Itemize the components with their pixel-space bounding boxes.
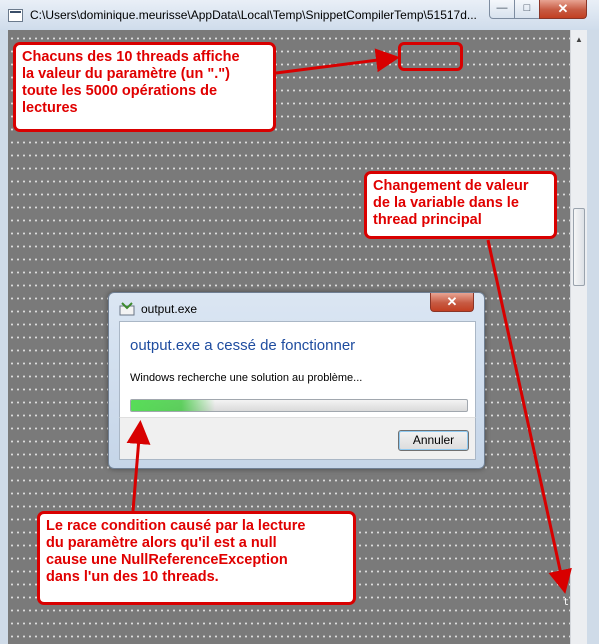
annotation-line: lectures xyxy=(22,100,78,116)
console-cursor: t xyxy=(563,597,570,608)
window-title: C:\Users\dominique.meurisse\AppData\Loca… xyxy=(30,8,477,22)
window-border-left xyxy=(0,30,8,644)
program-icon xyxy=(119,302,135,316)
dialog-footer: Annuler xyxy=(119,417,476,460)
dialog-body: output.exe a cessé de fonctionner Window… xyxy=(119,321,476,417)
error-dialog: output.exe ✕ output.exe a cessé de fonct… xyxy=(108,292,485,469)
cancel-button[interactable]: Annuler xyxy=(398,430,469,451)
annotation-line: Changement de valeur xyxy=(373,178,529,194)
annotation-line: dans l'un des 10 threads. xyxy=(46,569,219,585)
dialog-heading: output.exe a cessé de fonctionner xyxy=(130,337,356,354)
scroll-thumb[interactable] xyxy=(573,208,585,286)
annotation-variable-change: Changement de valeur de la variable dans… xyxy=(364,171,557,239)
annotation-line: la valeur du paramètre (un ".") xyxy=(22,66,230,82)
highlight-box xyxy=(398,42,463,71)
annotation-line: du paramètre alors qu'il est a null xyxy=(46,535,277,551)
title-bar[interactable]: C:\Users\dominique.meurisse\AppData\Loca… xyxy=(0,0,599,30)
annotation-line: cause une NullReferenceException xyxy=(46,552,288,568)
minimize-button[interactable]: — xyxy=(489,0,515,19)
progress-bar xyxy=(130,399,468,412)
close-button[interactable]: ✕ xyxy=(539,0,587,19)
dialog-close-button[interactable]: ✕ xyxy=(430,293,474,312)
annotation-race-condition: Le race condition causé par la lecture d… xyxy=(37,511,356,605)
annotation-line: Chacuns des 10 threads affiche xyxy=(22,49,240,65)
progress-bar-fill xyxy=(131,400,215,411)
annotation-line: de la variable dans le xyxy=(373,195,519,211)
maximize-button[interactable]: □ xyxy=(514,0,540,19)
annotation-line: Le race condition causé par la lecture xyxy=(46,518,306,534)
dialog-message: Windows recherche une solution au problè… xyxy=(130,372,363,384)
annotation-line: toute les 5000 opérations de xyxy=(22,83,218,99)
console-app-icon xyxy=(8,9,23,22)
dialog-title: output.exe xyxy=(141,302,198,316)
scroll-up-arrow-icon[interactable]: ▲ xyxy=(571,32,587,48)
window-border-right xyxy=(587,30,599,644)
annotation-line: thread principal xyxy=(373,212,482,228)
vertical-scrollbar[interactable]: ▲ xyxy=(570,30,587,644)
annotation-threads: Chacuns des 10 threads affiche la valeur… xyxy=(13,42,276,132)
